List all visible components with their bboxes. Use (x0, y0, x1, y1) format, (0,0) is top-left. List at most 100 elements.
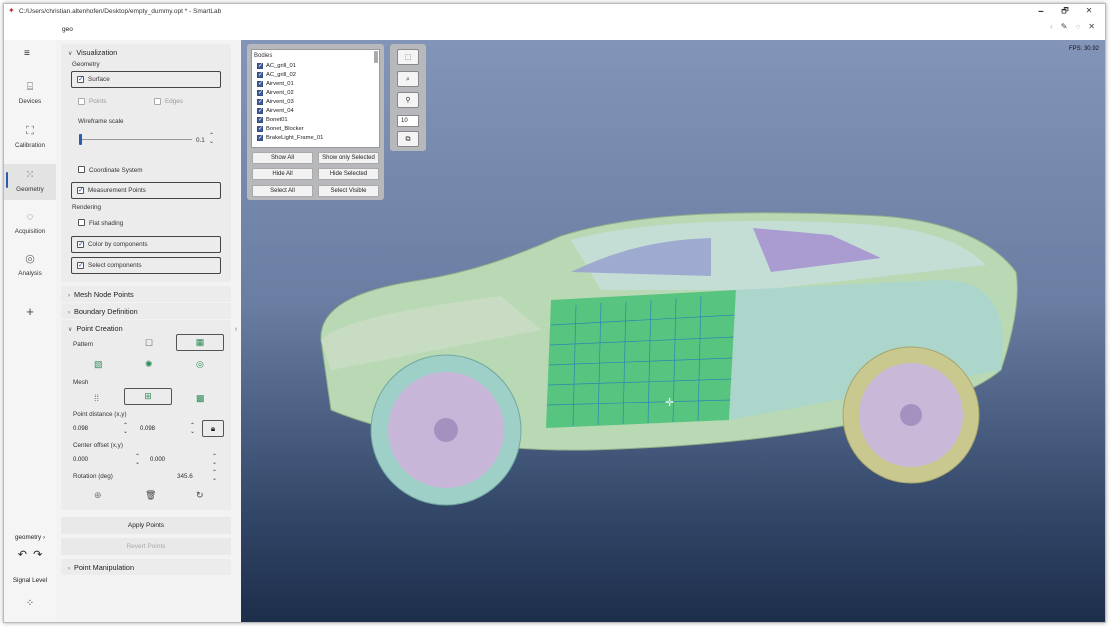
body-checkbox[interactable] (257, 89, 263, 96)
pattern-square-icon[interactable]: ☐ (145, 338, 153, 349)
point-creation-card: ∨ Point Creation Pattern ☐ ▦ ▧ ✺ ◎ Mesh ⁞… (61, 320, 231, 510)
wireframe-stepper[interactable]: ⌃ ⌄ (209, 133, 214, 145)
brush-size-spinbox[interactable]: 10 (397, 115, 419, 127)
body-checkbox[interactable] (257, 116, 263, 123)
maximize-button[interactable]: 🗗 (1053, 4, 1077, 18)
rail-item-analysis[interactable]: ◎ Analysis (4, 254, 56, 288)
collapse-panel-handle[interactable]: ‹ (235, 326, 237, 333)
list-item[interactable]: AC_grill_02 (252, 70, 379, 79)
mesh-dots-icon[interactable]: ⁞⁞ (94, 393, 99, 403)
hide-all-button[interactable]: Hide All (252, 168, 313, 180)
center-offset-x-field[interactable]: 0.000 (71, 456, 133, 467)
wireframe-slider-handle[interactable] (79, 134, 82, 145)
reset-rotate-icon[interactable]: ↻ (196, 490, 204, 501)
pattern-stripes-icon[interactable]: ▧ (94, 359, 103, 370)
list-item[interactable]: Airvent_04 (252, 106, 379, 115)
center-offset-x-stepper[interactable]: ⌃ ⌄ (135, 454, 140, 466)
rotation-field[interactable]: 345.6 (177, 473, 193, 480)
undo-icon[interactable]: ↶ (18, 549, 27, 561)
body-checkbox[interactable] (257, 134, 263, 141)
wireframe-label: Wireframe scale (78, 118, 124, 125)
add-plugin-button[interactable]: + (4, 304, 56, 319)
body-checkbox[interactable] (257, 62, 263, 69)
mesh-grid-button[interactable]: ⊞ (124, 388, 172, 405)
coordinate-system-checkbox[interactable] (78, 166, 85, 173)
close-panel-icon[interactable]: ✕ (1088, 22, 1095, 31)
visualization-header[interactable]: ∨ Visualization (61, 44, 231, 60)
measurement-points-toggle[interactable]: Measurement Points (71, 182, 221, 199)
lock-button[interactable]: 🔒︎ (202, 420, 224, 437)
surface-toggle[interactable]: Surface (71, 71, 221, 88)
pattern-radial-icon[interactable]: ✺ (145, 359, 153, 370)
center-offset-y-field[interactable]: 0.000 (148, 456, 210, 467)
list-item[interactable]: Airvent_01 (252, 79, 379, 88)
3d-viewport[interactable]: ✛ FPS: 30.92 Bodies AC_grill_01 AC_grill… (241, 40, 1105, 622)
point-distance-y-stepper[interactable]: ⌃ ⌄ (190, 423, 195, 435)
add-circle-icon[interactable]: ⊕ (94, 490, 102, 501)
point-distance-x-stepper[interactable]: ⌃ ⌄ (123, 423, 128, 435)
minimize-button[interactable]: 🗕 (1029, 4, 1053, 18)
brush-select-icon[interactable]: ⚲ (397, 92, 419, 108)
select-visible-button[interactable]: Select Visible (318, 185, 379, 197)
wireframe-slider[interactable] (80, 139, 192, 140)
body-checkbox[interactable] (257, 80, 263, 87)
apps-grid-icon[interactable]: ⁘ (4, 598, 56, 609)
boundary-definition-header[interactable]: › Boundary Definition (61, 303, 231, 319)
rect-select-icon[interactable]: ⬚ (397, 49, 419, 65)
rail-item-devices[interactable]: ⌸ Devices (4, 82, 56, 116)
pattern-circle-icon[interactable]: ◎ (196, 359, 204, 370)
color-by-components-toggle[interactable]: Color by components (71, 236, 221, 253)
point-manipulation-header[interactable]: › Point Manipulation (61, 559, 231, 575)
show-only-selected-button[interactable]: Show only Selected (318, 152, 379, 164)
list-item[interactable]: Airvent_03 (252, 97, 379, 106)
back-small-icon[interactable]: ‹ (1050, 22, 1053, 31)
list-item[interactable]: Bonet_Blocker (252, 124, 379, 133)
point-distance-y-field[interactable]: 0.098 (138, 425, 188, 436)
edit-pencil-icon[interactable]: ✎ (1061, 22, 1068, 31)
surface-checkbox[interactable] (77, 75, 84, 83)
flat-shading-checkbox[interactable] (78, 219, 85, 226)
mesh-dense-icon[interactable]: ▩ (196, 393, 205, 404)
body-checkbox[interactable] (257, 71, 263, 78)
rail-item-acquisition[interactable]: ◌ Acquisition (4, 212, 56, 246)
circle-icon[interactable]: ○ (1075, 22, 1080, 31)
body-checkbox[interactable] (257, 107, 263, 114)
body-checkbox[interactable] (257, 125, 263, 132)
apply-points-button[interactable]: Apply Points (61, 517, 231, 534)
select-components-checkbox[interactable] (77, 261, 84, 269)
point-distance-x-field[interactable]: 0.098 (71, 425, 121, 436)
show-all-button[interactable]: Show All (252, 152, 313, 164)
rail-item-calibration[interactable]: ⛶ Calibration (4, 126, 56, 160)
list-scrollbar[interactable] (374, 51, 378, 63)
select-components-toggle[interactable]: Select components (71, 257, 221, 274)
rail-item-geometry[interactable]: ⁙ Geometry (4, 164, 56, 200)
body-checkbox[interactable] (257, 98, 263, 105)
list-item[interactable]: Bonet01 (252, 115, 379, 124)
center-offset-y-stepper[interactable]: ⌃ ⌄ (212, 454, 217, 466)
hide-selected-button[interactable]: Hide Selected (318, 168, 379, 180)
mesh-node-points-header[interactable]: › Mesh Node Points (61, 286, 231, 302)
tab-geo[interactable]: geo (62, 26, 73, 33)
edges-checkbox[interactable] (154, 98, 161, 105)
bodies-list[interactable]: Bodies AC_grill_01 AC_grill_02 Airvent_0… (251, 49, 380, 148)
points-checkbox[interactable] (78, 98, 85, 105)
list-item[interactable]: AC_grill_01 (252, 61, 379, 70)
rotation-stepper[interactable]: ⌃ ⌄ (212, 470, 217, 482)
pattern-grid-button[interactable]: ▦ (176, 334, 224, 351)
color-by-components-checkbox[interactable] (77, 240, 84, 248)
list-item[interactable]: BrakeLight_Frame_01 (252, 133, 379, 142)
redo-icon[interactable]: ↷ (33, 549, 42, 561)
delete-trash-icon[interactable]: 🗑︎ (145, 490, 156, 501)
copy-selection-icon[interactable]: ⧉ (397, 131, 419, 147)
close-button[interactable]: ✕ (1077, 4, 1101, 18)
lasso-select-icon[interactable]: ⌕ (397, 71, 419, 87)
breadcrumb[interactable]: geometry › (4, 534, 56, 541)
revert-points-button[interactable]: Revert Points (61, 538, 231, 555)
measurement-points-checkbox[interactable] (77, 186, 84, 194)
list-item[interactable]: Airvent_02 (252, 88, 379, 97)
select-all-button[interactable]: Select All (252, 185, 313, 197)
hamburger-menu-icon[interactable]: ≡ (24, 48, 30, 59)
chevron-right-icon: › (68, 566, 70, 572)
points-label: Points (89, 98, 107, 105)
signal-level-label[interactable]: Signal Level (4, 577, 56, 584)
